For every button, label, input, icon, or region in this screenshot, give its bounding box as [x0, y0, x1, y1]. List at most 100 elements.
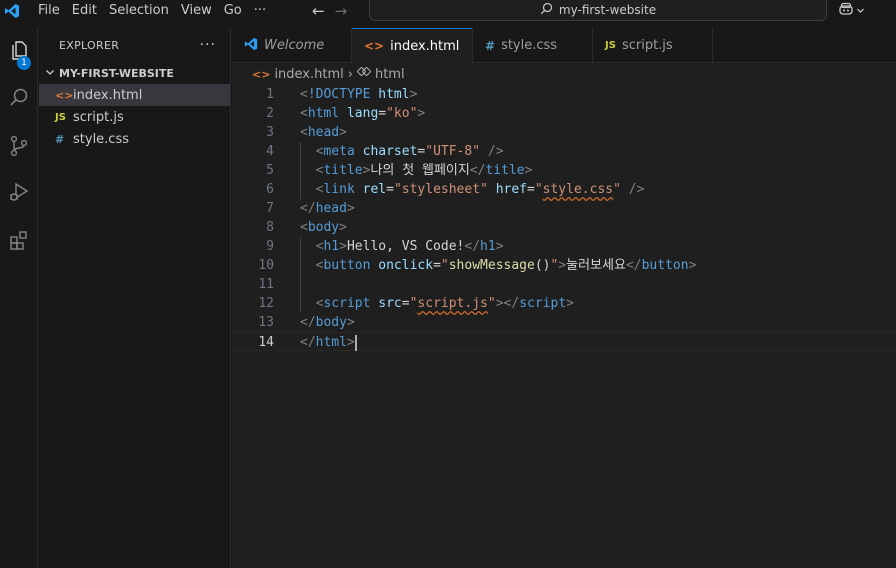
editor-tabs: Welcome <> index.html # style.css JS scr…	[232, 28, 896, 63]
html-file-icon: <>	[252, 67, 271, 81]
file-name: index.html	[73, 87, 143, 103]
tab-label: index.html	[390, 38, 460, 54]
tab-label: Welcome	[264, 38, 325, 53]
code-text: <!DOCTYPE html>	[300, 87, 418, 102]
element-tag-icon	[357, 65, 371, 83]
line-number: 13	[258, 315, 274, 330]
breadcrumb: <> index.html › html	[232, 63, 896, 85]
menu-go[interactable]: Go	[218, 1, 248, 21]
breadcrumb-separator: ›	[347, 66, 353, 82]
tab-index-html[interactable]: <> index.html	[352, 28, 473, 63]
menu-file[interactable]: File	[32, 1, 66, 21]
line-number: 3	[266, 125, 274, 140]
code-text: <link rel="stylesheet" href="style.css" …	[315, 182, 645, 197]
file-name: script.js	[73, 109, 124, 125]
explorer-badge: 1	[17, 56, 31, 70]
code-line[interactable]: 3 <head>	[232, 123, 896, 142]
js-file-icon: JS	[55, 111, 66, 123]
command-center-label: my-first-website	[558, 3, 657, 17]
text-cursor	[354, 334, 357, 351]
search-activity[interactable]	[0, 80, 38, 120]
source-control-activity[interactable]	[0, 128, 38, 168]
code-line[interactable]: 1 <!DOCTYPE html>	[232, 85, 896, 104]
menu-bar: File Edit Selection View Go ···	[32, 1, 272, 21]
vscode-logo-icon	[2, 1, 22, 21]
line-number: 11	[258, 277, 274, 292]
file-item-index-html[interactable]: <> index.html	[39, 84, 230, 106]
file-name: style.css	[73, 131, 129, 147]
search-icon	[7, 86, 31, 114]
command-center[interactable]: my-first-website	[369, 0, 827, 21]
line-number: 5	[266, 163, 274, 178]
code-text: </body>	[300, 315, 355, 330]
code-line[interactable]: 13 </body>	[232, 313, 896, 332]
css-file-icon: #	[485, 38, 496, 53]
explorer-header: EXPLORER ···	[39, 28, 230, 62]
extensions-activity[interactable]	[0, 222, 38, 262]
tab-script-js[interactable]: JS script.js	[593, 28, 713, 63]
css-file-icon: #	[55, 132, 65, 146]
code-text: <meta charset="UTF-8" />	[315, 144, 504, 159]
file-item-style-css[interactable]: # style.css	[39, 128, 230, 150]
file-item-script-js[interactable]: JS script.js	[39, 106, 230, 128]
code-text: </html>	[300, 334, 357, 351]
code-line[interactable]: 7 </head>	[232, 199, 896, 218]
tab-welcome[interactable]: Welcome	[232, 28, 352, 63]
code-line[interactable]: 6 <link rel="stylesheet" href="style.css…	[232, 180, 896, 199]
explorer-more-button[interactable]: ···	[200, 37, 216, 53]
code-line[interactable]: 11	[232, 275, 896, 294]
line-number: 4	[266, 144, 274, 159]
code-text: <button onclick="showMessage()">눌러보세요</b…	[315, 258, 697, 273]
back-arrow-icon[interactable]: ←	[312, 2, 325, 20]
folder-root[interactable]: MY-FIRST-WEBSITE	[39, 62, 230, 84]
chevron-down-icon	[45, 67, 59, 80]
forward-arrow-icon[interactable]: →	[335, 2, 348, 20]
code-text: </head>	[300, 201, 355, 216]
extensions-icon	[7, 228, 31, 256]
code-text: <h1>Hello, VS Code!</h1>	[315, 239, 504, 254]
code-editor[interactable]: 1 <!DOCTYPE html> 2 <html lang="ko"> 3 <head>…	[232, 85, 896, 568]
activity-bar: 1	[0, 28, 38, 568]
line-number: 9	[266, 239, 274, 254]
line-number: 12	[258, 296, 274, 311]
code-line[interactable]: 10 <button onclick="showMessage()">눌러보세요…	[232, 256, 896, 275]
line-number: 7	[266, 201, 274, 216]
run-debug-activity[interactable]	[0, 174, 38, 214]
html-file-icon: <>	[364, 39, 385, 53]
line-number: 10	[258, 258, 274, 273]
line-number: 8	[266, 220, 274, 235]
menu-selection[interactable]: Selection	[103, 1, 175, 21]
explorer-sidebar: EXPLORER ··· MY-FIRST-WEBSITE <> index.h…	[39, 28, 231, 568]
tab-label: style.css	[501, 38, 558, 53]
code-line[interactable]: 5 <title>나의 첫 웹페이지</title>	[232, 161, 896, 180]
explorer-activity[interactable]: 1	[0, 32, 38, 72]
chevron-down-icon	[856, 4, 865, 19]
copilot-icon	[838, 1, 854, 21]
code-line[interactable]: 9 <h1>Hello, VS Code!</h1>	[232, 237, 896, 256]
menu-more-button[interactable]: ···	[248, 1, 272, 21]
line-number: 14	[258, 335, 274, 350]
line-number: 6	[266, 182, 274, 197]
code-line[interactable]: 12 <script src="script.js"></script>	[232, 294, 896, 313]
code-text: <body>	[300, 220, 347, 235]
tab-style-css[interactable]: # style.css	[473, 28, 593, 63]
menu-view[interactable]: View	[175, 1, 218, 21]
code-text: <html lang="ko">	[300, 106, 426, 121]
explorer-title: EXPLORER	[59, 38, 120, 52]
vscode-icon	[244, 37, 258, 54]
title-bar: File Edit Selection View Go ··· ← → my-f…	[0, 0, 896, 22]
search-icon	[540, 2, 553, 18]
navigation-arrows: ← →	[312, 0, 347, 22]
code-line[interactable]: 4 <meta charset="UTF-8" />	[232, 142, 896, 161]
code-line[interactable]: 8 <body>	[232, 218, 896, 237]
copilot-button[interactable]	[838, 1, 865, 21]
menu-edit[interactable]: Edit	[66, 1, 103, 21]
breadcrumb-file[interactable]: index.html	[274, 67, 343, 82]
code-line[interactable]: 14 </html>	[232, 332, 896, 351]
js-file-icon: JS	[605, 40, 616, 51]
breadcrumb-node[interactable]: html	[375, 67, 405, 82]
tab-label: script.js	[621, 38, 673, 53]
line-number: 1	[266, 87, 274, 102]
code-text: <title>나의 첫 웹페이지</title>	[315, 163, 533, 178]
code-line[interactable]: 2 <html lang="ko">	[232, 104, 896, 123]
